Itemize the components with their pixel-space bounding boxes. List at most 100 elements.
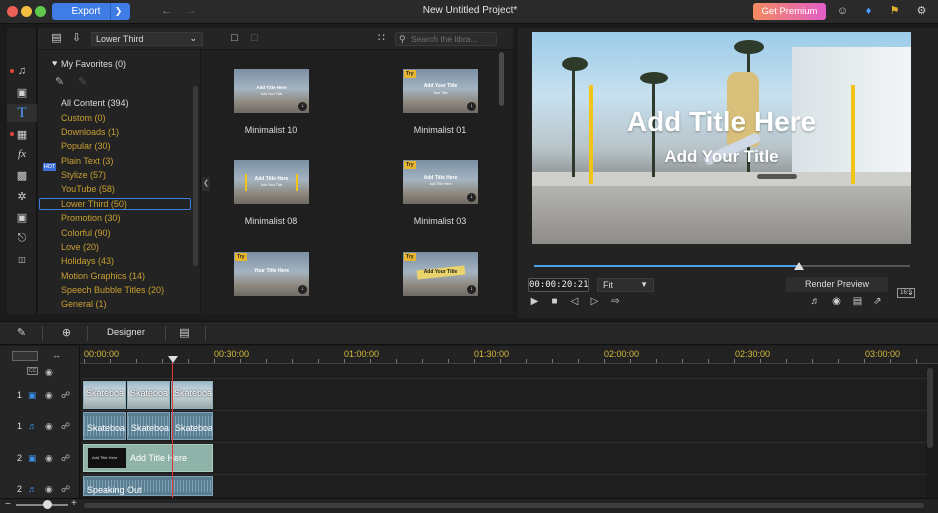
category-scrollbar[interactable] [193, 86, 198, 266]
minimize-window-button[interactable] [21, 6, 32, 17]
notification-bell-icon[interactable]: ♦ [862, 5, 875, 18]
audio-clip[interactable]: Skateboa [127, 412, 170, 440]
overlay-icon[interactable]: ▩ [7, 166, 37, 184]
download-icon[interactable]: ↓ [467, 285, 476, 294]
lock-icon[interactable]: ☍ [61, 453, 70, 464]
subtitles-cc-icon[interactable]: ◫ [7, 250, 37, 268]
keyframe-icon[interactable]: ▤ [178, 327, 191, 340]
next-frame-icon[interactable]: ▷ [588, 295, 601, 308]
category-item[interactable]: Plain Text (3) [61, 156, 113, 166]
download-icon[interactable]: ↓ [467, 102, 476, 111]
collapse-panel-button[interactable]: ❮ [202, 177, 210, 191]
template-grid-scrollbar[interactable] [499, 52, 504, 106]
grid-view-icon[interactable]: ∷ [375, 32, 388, 45]
undock-icon[interactable]: ⇗ [871, 295, 884, 308]
lock-icon[interactable]: ☍ [61, 390, 70, 401]
play-icon[interactable]: ▶ [528, 295, 541, 308]
audio-clip[interactable]: Skateboa [83, 412, 126, 440]
render-preview-button[interactable]: Render Preview [786, 277, 888, 292]
microphone-icon[interactable]: ⎋ [7, 229, 37, 247]
zoom-in-icon[interactable]: + [71, 498, 77, 509]
redo-icon[interactable]: → [185, 5, 198, 18]
media-library-icon[interactable]: ♫ [7, 62, 37, 80]
stop-icon[interactable]: ■ [548, 295, 561, 308]
eye-icon[interactable]: ◉ [45, 421, 53, 432]
import-folder-icon[interactable]: ▤ [50, 32, 63, 45]
snapshot-camera-icon[interactable]: ◉ [830, 295, 843, 308]
stickers-icon[interactable]: ▦ [7, 125, 37, 143]
titles-icon[interactable]: T [7, 104, 37, 122]
fast-forward-icon[interactable]: ⇨ [609, 295, 622, 308]
timeline-tracks[interactable]: Skateboa Skateboa Skateboa Skateboa Skat… [81, 364, 926, 498]
add-favorite-icon[interactable]: ✎ [55, 75, 64, 88]
previous-frame-icon[interactable]: ◁ [568, 295, 581, 308]
video-clip[interactable]: Skateboa [127, 381, 170, 409]
download-icon[interactable]: ↓ [467, 193, 476, 202]
announcement-icon[interactable]: ⚑ [888, 5, 901, 18]
category-item[interactable]: YouTube (58) [61, 184, 115, 194]
particles-icon[interactable]: ✲ [7, 187, 37, 205]
export-button[interactable]: Export ❯ [52, 3, 130, 20]
designer-button[interactable]: Designer [101, 326, 151, 339]
zoom-out-icon[interactable]: − [5, 499, 11, 510]
video-clip[interactable]: Skateboa [83, 381, 126, 409]
category-item[interactable]: Popular (30) [61, 141, 111, 151]
subtitle-icon[interactable]: ▤ [851, 295, 864, 308]
timeline-vertical-scrollbar[interactable] [927, 368, 933, 448]
track-manager-icon[interactable] [12, 351, 38, 361]
timecode-display[interactable]: 00:00:20:21 [528, 278, 589, 292]
category-dropdown[interactable]: Lower Third ⌄ [91, 32, 203, 46]
category-item[interactable]: Colorful (90) [61, 228, 111, 238]
close-window-button[interactable] [7, 6, 18, 17]
get-premium-button[interactable]: Get Premium [753, 3, 826, 20]
lock-icon[interactable]: ☍ [61, 421, 70, 432]
ratio-dropdown-icon[interactable]: ⌄ [904, 286, 917, 299]
category-item[interactable]: Love (20) [61, 242, 99, 252]
effects-fx-icon[interactable]: fx [7, 145, 37, 163]
download-icon[interactable]: ↓ [298, 102, 307, 111]
volume-icon[interactable]: ♬ [809, 295, 822, 308]
audio-clip[interactable]: Speaking Out [83, 476, 213, 496]
timeline-zoom-knob[interactable] [43, 500, 52, 509]
download-icon[interactable]: ↓ [298, 285, 307, 294]
favorites-label[interactable]: My Favorites (0) [61, 59, 126, 69]
maximize-window-button[interactable] [35, 6, 46, 17]
fit-timeline-icon[interactable]: ↔ [52, 350, 61, 360]
title-clip[interactable]: Add Title Here Add Title Here [83, 444, 213, 472]
eye-icon[interactable]: ◉ [45, 453, 53, 464]
eye-icon[interactable]: ◉ [45, 484, 53, 495]
category-item[interactable]: All Content (394) [61, 98, 129, 108]
template-thumbnail[interactable]: Add Title Here Add Your Title ↓ [234, 69, 309, 113]
template-thumbnail[interactable]: Try Add Your Title ↓ [403, 252, 478, 296]
library-search-input[interactable] [411, 34, 495, 44]
transitions-icon[interactable]: ▣ [7, 83, 37, 101]
playback-progress-knob[interactable] [794, 262, 805, 270]
category-item[interactable]: General (1) [61, 299, 107, 309]
category-item[interactable]: Motion Graphics (14) [61, 271, 145, 281]
video-clip[interactable]: Skateboa [171, 381, 213, 409]
zoom-fit-dropdown[interactable]: Fit ▼ [597, 278, 654, 292]
library-search[interactable]: ⚲ [395, 32, 497, 46]
overlay-subtitle-text[interactable]: Add Your Title [532, 147, 911, 167]
account-icon[interactable]: ☺ [836, 5, 849, 18]
category-item[interactable]: Stylize (57) [61, 170, 106, 180]
remove-favorite-icon[interactable]: ✎ [78, 75, 87, 88]
tools-dropdown-icon[interactable]: ⊕ [60, 327, 73, 340]
download-icon[interactable]: ⇩ [70, 32, 83, 45]
overlay-title-text[interactable]: Add Title Here [532, 106, 911, 138]
template-thumbnail[interactable]: Try Your Title Here ↓ [234, 252, 309, 296]
playhead-handle[interactable] [168, 356, 178, 363]
new-title-icon[interactable]: □ [228, 32, 241, 45]
eye-icon[interactable]: ◉ [45, 390, 53, 401]
audio-clip[interactable]: Skateboa [171, 412, 213, 440]
settings-gear-icon[interactable]: ⚙ [915, 5, 928, 18]
mask-icon[interactable]: ▣ [7, 208, 37, 226]
category-item[interactable]: Promotion (30) [61, 213, 121, 223]
category-item-selected[interactable]: Lower Third (50) [61, 199, 127, 209]
chevron-right-icon[interactable]: ❯ [110, 3, 126, 20]
category-item[interactable]: Custom (0) [61, 113, 106, 123]
template-thumbnail[interactable]: Try Add Your Title Your Title ↓ [403, 69, 478, 113]
lock-icon[interactable]: ☍ [61, 484, 70, 495]
template-thumbnail[interactable]: Add Title Here Add Your Title [234, 160, 309, 204]
playhead-line[interactable] [172, 356, 173, 498]
